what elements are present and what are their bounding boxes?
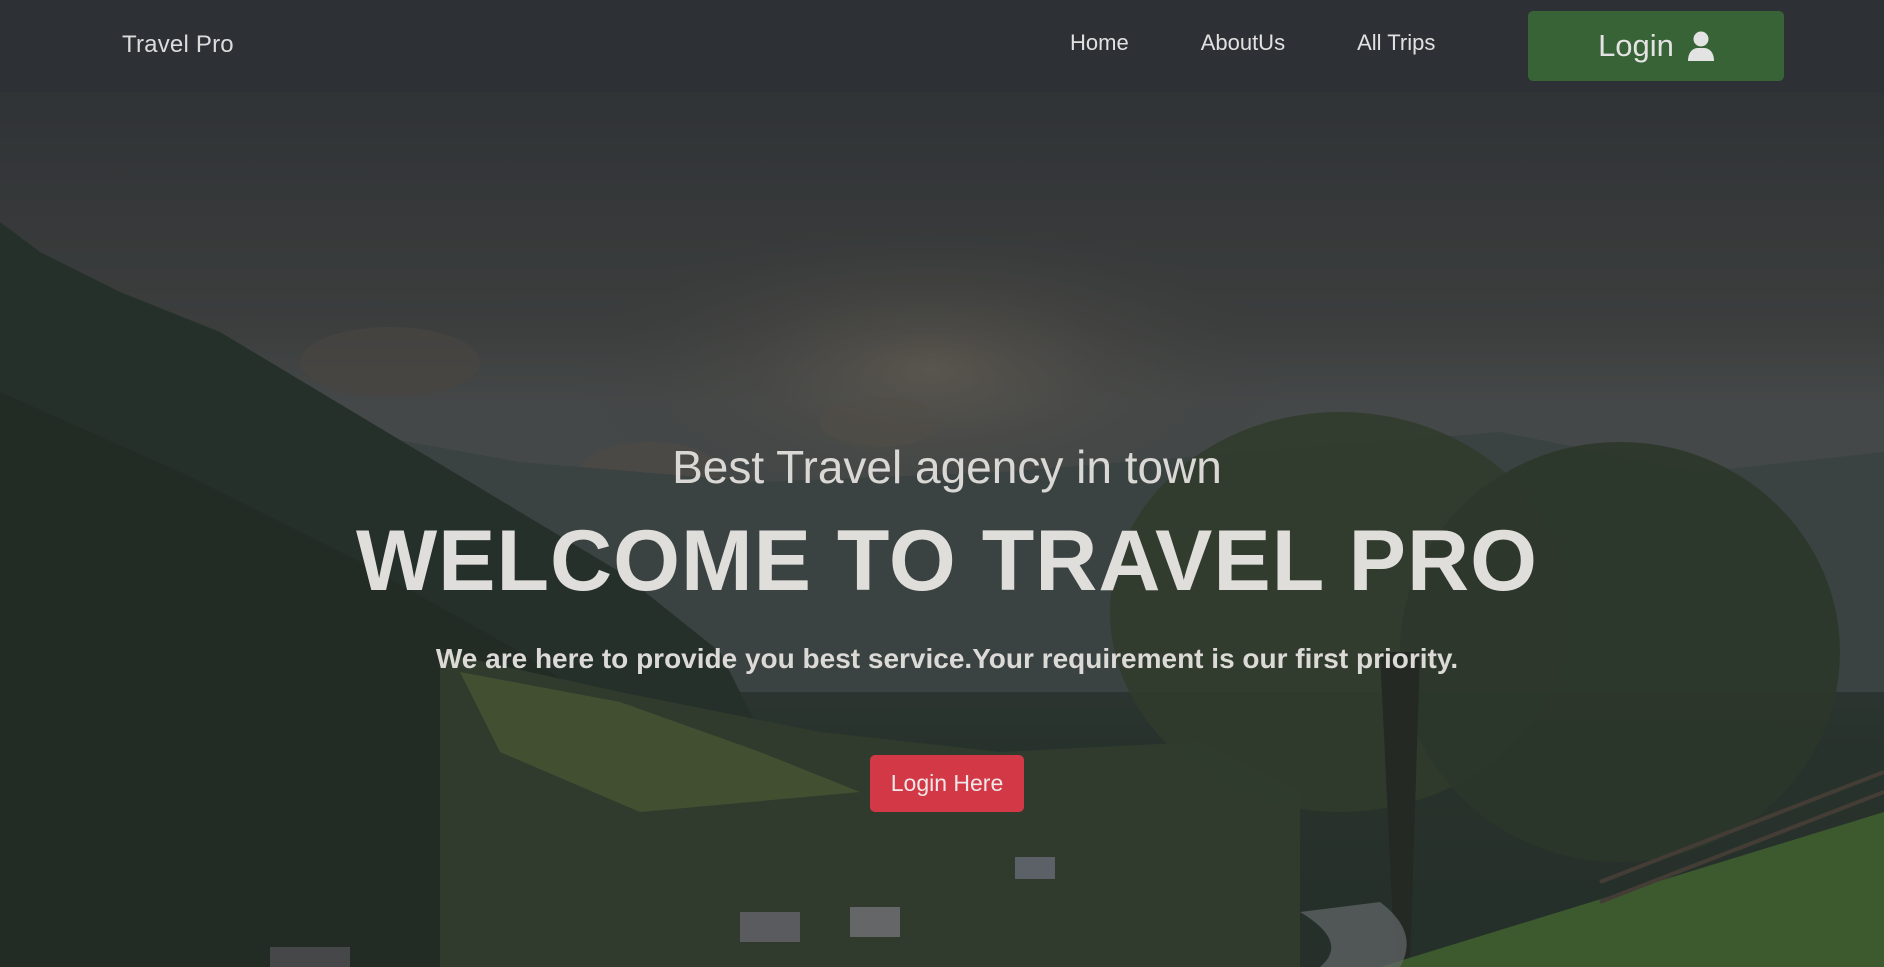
user-icon: [1687, 31, 1714, 61]
nav-link-all-trips[interactable]: All Trips: [1357, 30, 1435, 56]
nav-links: Home AboutUs All Trips: [1070, 30, 1435, 56]
brand-link[interactable]: Travel Pro: [122, 31, 234, 59]
hero-section: Best Travel agency in town WELCOME TO TR…: [0, 92, 1884, 967]
hero-subtext: We are here to provide you best service.…: [435, 643, 1459, 674]
nav-link-aboutus[interactable]: AboutUs: [1201, 30, 1285, 56]
top-navbar: Travel Pro Home AboutUs All Trips Login: [0, 0, 1884, 92]
login-button[interactable]: Login: [1528, 11, 1784, 81]
hero-tagline: Best Travel agency in town: [672, 441, 1222, 493]
hero-content: Best Travel agency in town WELCOME TO TR…: [0, 92, 1884, 967]
nav-link-home[interactable]: Home: [1070, 30, 1129, 56]
login-button-label: Login: [1598, 28, 1674, 63]
login-here-button[interactable]: Login Here: [870, 755, 1024, 812]
hero-headline: WELCOME TO TRAVEL PRO: [355, 513, 1539, 609]
